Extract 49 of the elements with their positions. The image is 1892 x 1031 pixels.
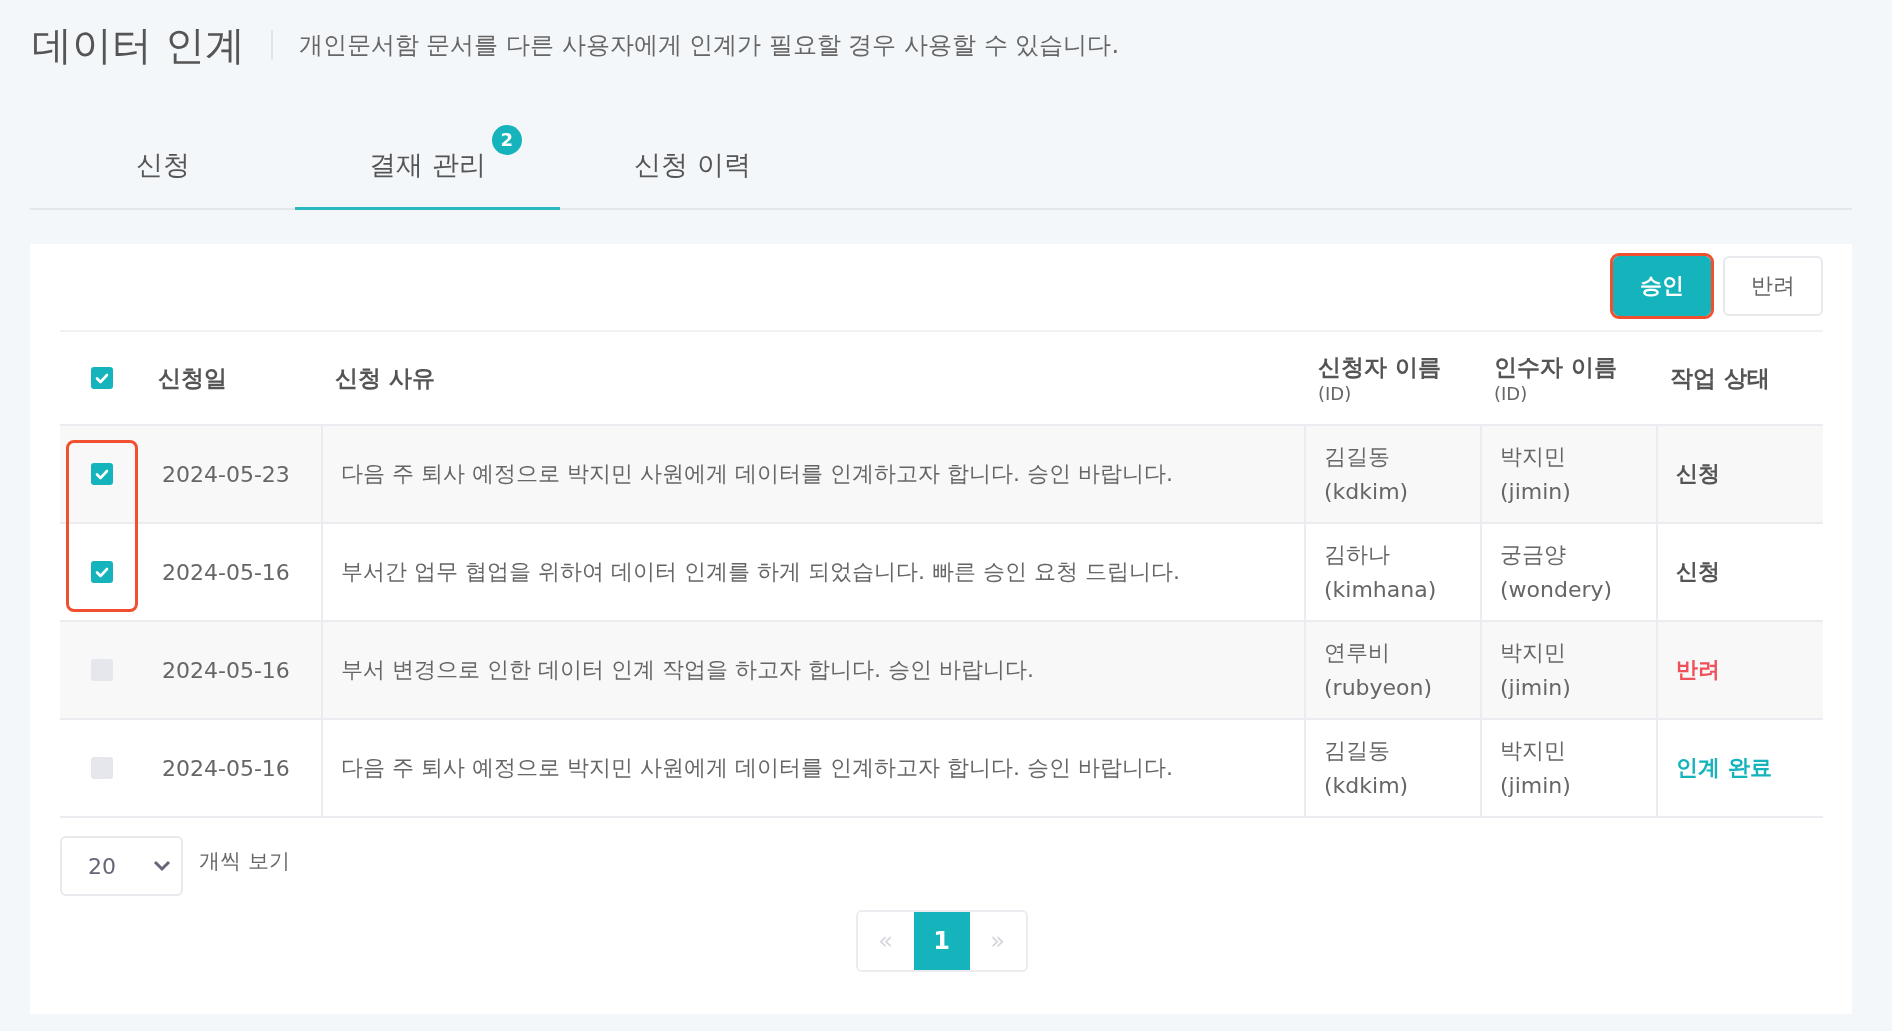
count-badge: 2: [491, 124, 522, 155]
tab[interactable]: 신청: [30, 122, 295, 210]
chevron-down-icon: [153, 860, 171, 872]
reason-cell-text: 부서 변경으로 인한 데이터 인계 작업을 하고자 합니다. 승인 바랍니다.: [341, 656, 1034, 684]
select-all-checkbox[interactable]: [91, 367, 113, 389]
receiver-name: 박지민: [1500, 639, 1567, 667]
column-subheader: (ID): [1494, 383, 1529, 404]
column-header: 인수자 이름: [1494, 353, 1618, 382]
column-header: 신청자 이름: [1318, 353, 1442, 382]
column-header: 신청일: [158, 363, 228, 393]
receiver-name: 궁금양: [1500, 541, 1567, 569]
status-label: 반려: [1676, 656, 1720, 684]
column-header: 신청 사유: [335, 363, 436, 393]
action-button[interactable]: 반려: [1723, 256, 1823, 316]
column-subheader: (ID): [1318, 383, 1353, 404]
date-cell: 2024-05-16: [162, 755, 290, 781]
status-label: 신청: [1676, 558, 1720, 586]
receiver-id: (jimin): [1500, 772, 1571, 800]
tab[interactable]: 신청 이력: [560, 122, 825, 210]
page-size-select[interactable]: 20: [60, 836, 183, 896]
page-size-label: 개씩 보기: [199, 848, 290, 875]
applicant-name: 김길동: [1324, 737, 1391, 765]
page-description: 개인문서함 문서를 다른 사용자에게 인계가 필요할 경우 사용할 수 있습니다.: [298, 30, 1119, 61]
applicant-id: (kimhana): [1324, 576, 1437, 604]
status-label: 신청: [1676, 460, 1720, 488]
page-title: 데이터 인계: [32, 20, 245, 70]
date-cell: 2024-05-16: [162, 559, 290, 585]
row-checkbox[interactable]: [91, 561, 113, 583]
reason-cell-text: 부서간 업무 협업을 위하여 데이터 인계를 하게 되었습니다. 빠른 승인 요청 드립니다.: [341, 558, 1180, 586]
applicant-id: (kdkim): [1324, 478, 1409, 506]
receiver-name: 박지민: [1500, 737, 1567, 765]
applicant-id: (rubyeon): [1324, 674, 1433, 702]
status-label: 인계 완료: [1676, 754, 1772, 782]
row-checkbox[interactable]: [91, 757, 113, 779]
reason-cell-text: 다음 주 퇴사 예정으로 박지민 사원에게 데이터를 인계하고자 합니다. 승인 바랍니다.: [341, 754, 1173, 782]
date-cell: 2024-05-16: [162, 657, 290, 683]
receiver-id: (wondery): [1500, 576, 1613, 604]
date-cell: 2024-05-23: [162, 461, 290, 487]
applicant-name: 연루비: [1324, 639, 1391, 667]
receiver-id: (jimin): [1500, 478, 1571, 506]
column-header: 작업 상태: [1670, 363, 1771, 393]
applicant-id: (kdkim): [1324, 772, 1409, 800]
tab[interactable]: 결재 관리 2: [295, 122, 560, 210]
applicant-name: 김하나: [1324, 541, 1391, 569]
receiver-name: 박지민: [1500, 443, 1567, 471]
row-checkbox[interactable]: [91, 463, 113, 485]
reason-cell-text: 다음 주 퇴사 예정으로 박지민 사원에게 데이터를 인계하고자 합니다. 승인 바랍니다.: [341, 460, 1173, 488]
receiver-id: (jimin): [1500, 674, 1571, 702]
applicant-name: 김길동: [1324, 443, 1391, 471]
